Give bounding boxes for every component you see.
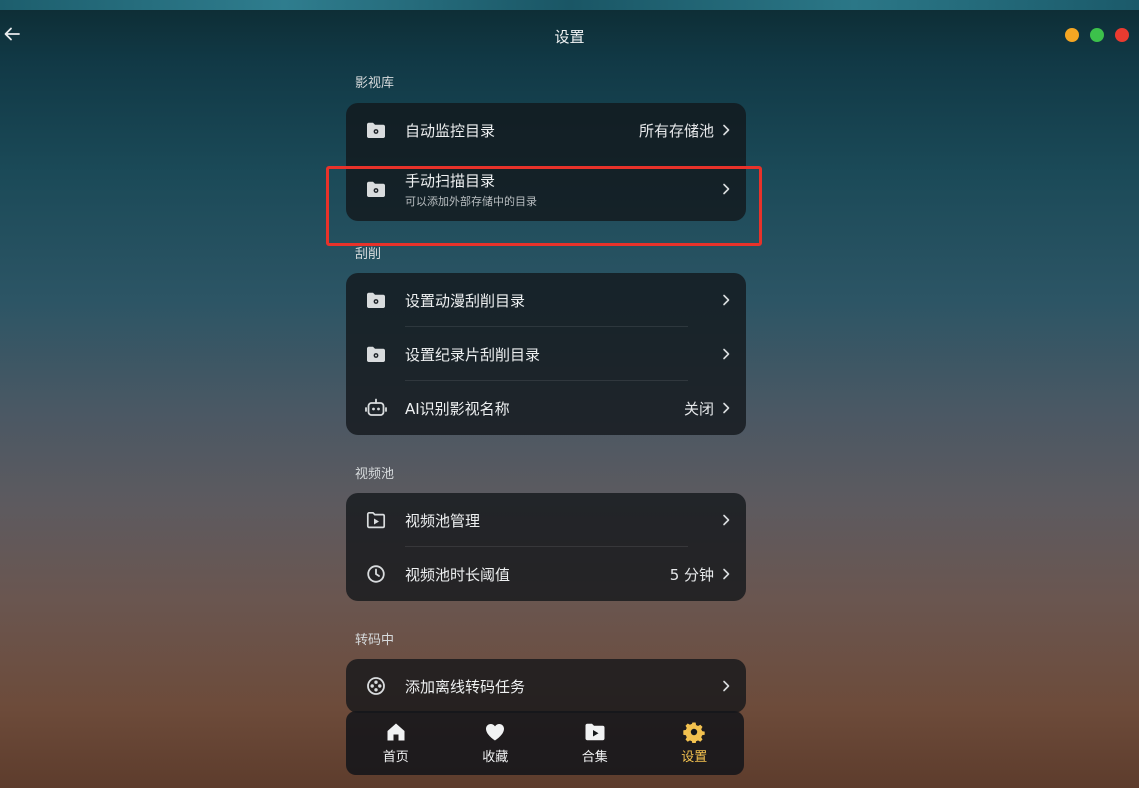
nav-favorites[interactable]: 收藏	[446, 711, 546, 775]
row-label: 设置纪录片刮削目录	[405, 345, 541, 364]
heart-icon	[486, 724, 505, 741]
nav-settings[interactable]: 设置	[645, 711, 745, 775]
folder-gear-icon	[364, 118, 388, 142]
clock-icon	[364, 562, 388, 586]
title-bar: 设置	[0, 10, 1139, 62]
ai-recognize-title-row[interactable]: AI识别影视名称 关闭	[346, 381, 746, 435]
row-label: 添加离线转码任务	[405, 677, 526, 696]
page-title: 设置	[554, 28, 585, 46]
section-label-library: 影视库	[355, 76, 395, 91]
nav-label: 收藏	[482, 750, 509, 765]
nav-home[interactable]: 首页	[346, 711, 446, 775]
manual-scan-directory-row[interactable]: 手动扫描目录 可以添加外部存储中的目录	[346, 157, 746, 221]
nav-label: 设置	[681, 750, 708, 765]
minimize-button[interactable]	[1065, 28, 1079, 42]
row-label: 视频池时长阈值	[405, 565, 511, 584]
row-value: 5 分钟	[669, 565, 714, 584]
window-controls	[1065, 28, 1129, 42]
bottom-navigation: 首页 收藏 合集 设置	[346, 711, 744, 775]
transcoding-card: 添加离线转码任务	[346, 659, 746, 713]
auto-monitor-directory-row[interactable]: 自动监控目录 所有存储池	[346, 103, 746, 157]
chevron-right-icon	[723, 514, 730, 526]
scraping-card: 设置动漫刮削目录 设置纪录片刮削目录 AI识别影视名称 关闭	[346, 273, 746, 435]
video-pool-manage-row[interactable]: 视频池管理	[346, 493, 746, 547]
row-label: 手动扫描目录	[405, 171, 496, 190]
row-label: 自动监控目录	[405, 121, 496, 140]
chevron-right-icon	[723, 402, 730, 414]
section-label-scraping: 刮削	[355, 247, 382, 262]
row-subtitle: 可以添加外部存储中的目录	[405, 194, 537, 208]
maximize-button[interactable]	[1090, 28, 1104, 42]
section-label-transcoding: 转码中	[355, 633, 395, 648]
nav-label: 首页	[382, 750, 409, 765]
chevron-right-icon	[723, 294, 730, 306]
film-reel-icon	[364, 674, 388, 698]
close-button[interactable]	[1115, 28, 1129, 42]
library-card: 自动监控目录 所有存储池 手动扫描目录 可以添加外部存储中的目录	[346, 103, 746, 221]
folder-gear-icon	[364, 342, 388, 366]
documentary-scrape-directory-row[interactable]: 设置纪录片刮削目录	[346, 327, 746, 381]
row-value: 所有存储池	[638, 121, 714, 140]
nav-label: 合集	[581, 750, 608, 765]
robot-icon	[364, 396, 388, 420]
add-offline-transcode-row[interactable]: 添加离线转码任务	[346, 659, 746, 713]
video-pool-duration-row[interactable]: 视频池时长阈值 5 分钟	[346, 547, 746, 601]
row-label: 视频池管理	[405, 511, 481, 530]
chevron-right-icon	[723, 568, 730, 580]
video-pool-card: 视频池管理 视频池时长阈值 5 分钟	[346, 493, 746, 601]
play-folder-icon	[364, 508, 388, 532]
folder-gear-icon	[364, 177, 388, 201]
top-wallpaper-strip	[0, 0, 1139, 10]
home-icon	[387, 723, 405, 741]
folder-gear-icon	[364, 288, 388, 312]
chevron-right-icon	[723, 183, 730, 195]
collection-icon	[585, 723, 605, 741]
row-label: 设置动漫刮削目录	[405, 291, 526, 310]
gear-icon	[683, 722, 705, 743]
chevron-right-icon	[723, 680, 730, 692]
settings-content: 影视库 自动监控目录 所有存储池 手动扫描目录 可以添加外部存储中的目录 刮削	[346, 62, 746, 713]
section-label-video-pool: 视频池	[355, 467, 395, 482]
nav-collections[interactable]: 合集	[545, 711, 645, 775]
chevron-right-icon	[723, 124, 730, 136]
row-label: AI识别影视名称	[405, 399, 510, 418]
chevron-right-icon	[723, 348, 730, 360]
row-value: 关闭	[683, 399, 714, 418]
anime-scrape-directory-row[interactable]: 设置动漫刮削目录	[346, 273, 746, 327]
